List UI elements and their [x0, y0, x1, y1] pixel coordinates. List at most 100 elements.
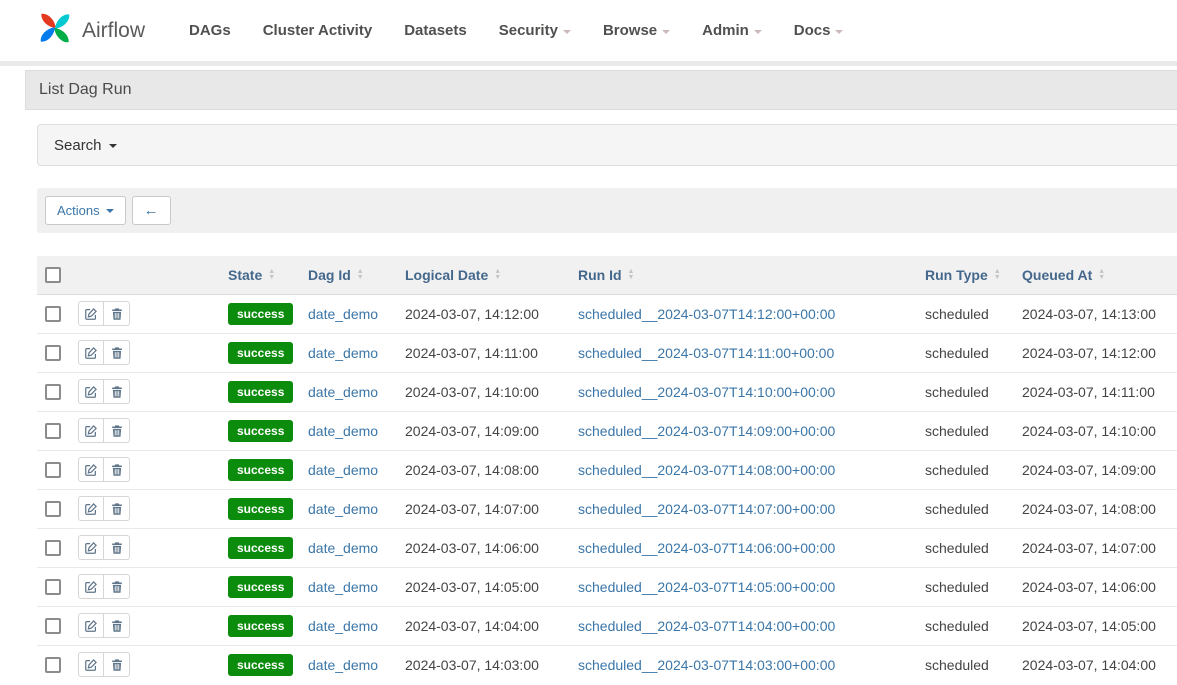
row-checkbox[interactable] [45, 384, 61, 400]
run-type-cell: scheduled [917, 450, 1014, 489]
row-checkbox[interactable] [45, 501, 61, 517]
back-button[interactable]: ← [132, 196, 171, 225]
dag-id-link[interactable]: date_demo [308, 306, 378, 322]
select-all-checkbox[interactable] [45, 267, 61, 283]
edit-button[interactable] [78, 379, 104, 404]
nav-item-docs[interactable]: Docs [778, 22, 860, 39]
column-header-logical-date[interactable]: Logical Date▲▼ [397, 256, 570, 294]
nav-item-dags[interactable]: DAGs [173, 22, 247, 39]
edit-button[interactable] [78, 457, 104, 482]
run-id-cell: scheduled__2024-03-07T14:08:00+00:00 [570, 450, 917, 489]
sort-icon: ▲▼ [994, 269, 1001, 280]
row-checkbox[interactable] [45, 345, 61, 361]
column-header-queued-at[interactable]: Queued At▲▼ [1014, 256, 1177, 294]
edit-button[interactable] [78, 613, 104, 638]
dag-id-link[interactable]: date_demo [308, 579, 378, 595]
delete-button[interactable] [104, 301, 130, 326]
row-select-cell [37, 645, 70, 684]
logical-date-cell: 2024-03-07, 14:10:00 [397, 372, 570, 411]
sort-icon: ▲▼ [357, 269, 364, 280]
run-id-link[interactable]: scheduled__2024-03-07T14:03:00+00:00 [578, 657, 835, 673]
delete-button[interactable] [104, 652, 130, 677]
run-id-link[interactable]: scheduled__2024-03-07T14:12:00+00:00 [578, 306, 835, 322]
row-checkbox[interactable] [45, 540, 61, 556]
queued-at-cell: 2024-03-07, 14:08:00 [1014, 489, 1177, 528]
nav-item-admin[interactable]: Admin [686, 22, 778, 39]
run-id-link[interactable]: scheduled__2024-03-07T14:08:00+00:00 [578, 462, 835, 478]
column-header-dag-id[interactable]: Dag Id▲▼ [300, 256, 397, 294]
table-row: success date_demo 2024-03-07, 14:10:00 s… [37, 372, 1177, 411]
trash-icon [110, 424, 124, 438]
row-checkbox[interactable] [45, 618, 61, 634]
nav-item-datasets[interactable]: Datasets [388, 22, 483, 39]
dag-id-link[interactable]: date_demo [308, 423, 378, 439]
table-row: success date_demo 2024-03-07, 14:12:00 s… [37, 294, 1177, 333]
delete-button[interactable] [104, 457, 130, 482]
delete-button[interactable] [104, 496, 130, 521]
row-select-cell [37, 489, 70, 528]
delete-button[interactable] [104, 340, 130, 365]
airflow-brand[interactable]: Airflow [33, 6, 145, 55]
dag-id-link[interactable]: date_demo [308, 540, 378, 556]
edit-button[interactable] [78, 496, 104, 521]
column-header-run-type[interactable]: Run Type▲▼ [917, 256, 1014, 294]
state-cell: success [220, 528, 300, 567]
dag-id-link[interactable]: date_demo [308, 618, 378, 634]
run-id-link[interactable]: scheduled__2024-03-07T14:10:00+00:00 [578, 384, 835, 400]
actions-dropdown-button[interactable]: Actions [45, 196, 126, 225]
row-checkbox[interactable] [45, 579, 61, 595]
state-cell: success [220, 645, 300, 684]
edit-button[interactable] [78, 574, 104, 599]
delete-button[interactable] [104, 613, 130, 638]
edit-button[interactable] [78, 535, 104, 560]
row-actions-cell [70, 333, 220, 372]
row-checkbox[interactable] [45, 306, 61, 322]
delete-button[interactable] [104, 379, 130, 404]
caret-down-icon [835, 30, 843, 34]
column-header-state[interactable]: State▲▼ [220, 256, 300, 294]
row-actions-cell [70, 450, 220, 489]
column-header-run-id[interactable]: Run Id▲▼ [570, 256, 917, 294]
nav-item-browse[interactable]: Browse [587, 22, 686, 39]
run-id-link[interactable]: scheduled__2024-03-07T14:11:00+00:00 [578, 345, 834, 361]
edit-button[interactable] [78, 301, 104, 326]
row-actions-cell [70, 645, 220, 684]
row-checkbox[interactable] [45, 423, 61, 439]
edit-button[interactable] [78, 652, 104, 677]
dag-id-link[interactable]: date_demo [308, 462, 378, 478]
nav-item-security[interactable]: Security [483, 22, 587, 39]
status-badge: success [228, 342, 293, 364]
logical-date-cell: 2024-03-07, 14:12:00 [397, 294, 570, 333]
delete-button[interactable] [104, 574, 130, 599]
run-id-link[interactable]: scheduled__2024-03-07T14:04:00+00:00 [578, 618, 835, 634]
row-checkbox[interactable] [45, 462, 61, 478]
dag-id-link[interactable]: date_demo [308, 657, 378, 673]
run-id-link[interactable]: scheduled__2024-03-07T14:07:00+00:00 [578, 501, 835, 517]
queued-at-cell: 2024-03-07, 14:05:00 [1014, 606, 1177, 645]
search-toggle[interactable]: Search [37, 124, 1177, 166]
run-type-cell: scheduled [917, 333, 1014, 372]
delete-button[interactable] [104, 418, 130, 443]
edit-icon [84, 619, 98, 633]
state-cell: success [220, 606, 300, 645]
row-select-cell [37, 567, 70, 606]
logical-date-cell: 2024-03-07, 14:05:00 [397, 567, 570, 606]
dag-id-link[interactable]: date_demo [308, 345, 378, 361]
nav-item-cluster-activity[interactable]: Cluster Activity [247, 22, 388, 39]
run-id-link[interactable]: scheduled__2024-03-07T14:05:00+00:00 [578, 579, 835, 595]
logical-date-cell: 2024-03-07, 14:11:00 [397, 333, 570, 372]
queued-at-cell: 2024-03-07, 14:09:00 [1014, 450, 1177, 489]
row-select-cell [37, 294, 70, 333]
edit-button[interactable] [78, 340, 104, 365]
queued-at-cell: 2024-03-07, 14:04:00 [1014, 645, 1177, 684]
trash-icon [110, 463, 124, 477]
actions-bar: Actions ← [37, 188, 1177, 233]
delete-button[interactable] [104, 535, 130, 560]
dag-id-link[interactable]: date_demo [308, 384, 378, 400]
dag-id-link[interactable]: date_demo [308, 501, 378, 517]
run-id-link[interactable]: scheduled__2024-03-07T14:06:00+00:00 [578, 540, 835, 556]
edit-button[interactable] [78, 418, 104, 443]
row-checkbox[interactable] [45, 657, 61, 673]
queued-at-cell: 2024-03-07, 14:12:00 [1014, 333, 1177, 372]
run-id-link[interactable]: scheduled__2024-03-07T14:09:00+00:00 [578, 423, 835, 439]
